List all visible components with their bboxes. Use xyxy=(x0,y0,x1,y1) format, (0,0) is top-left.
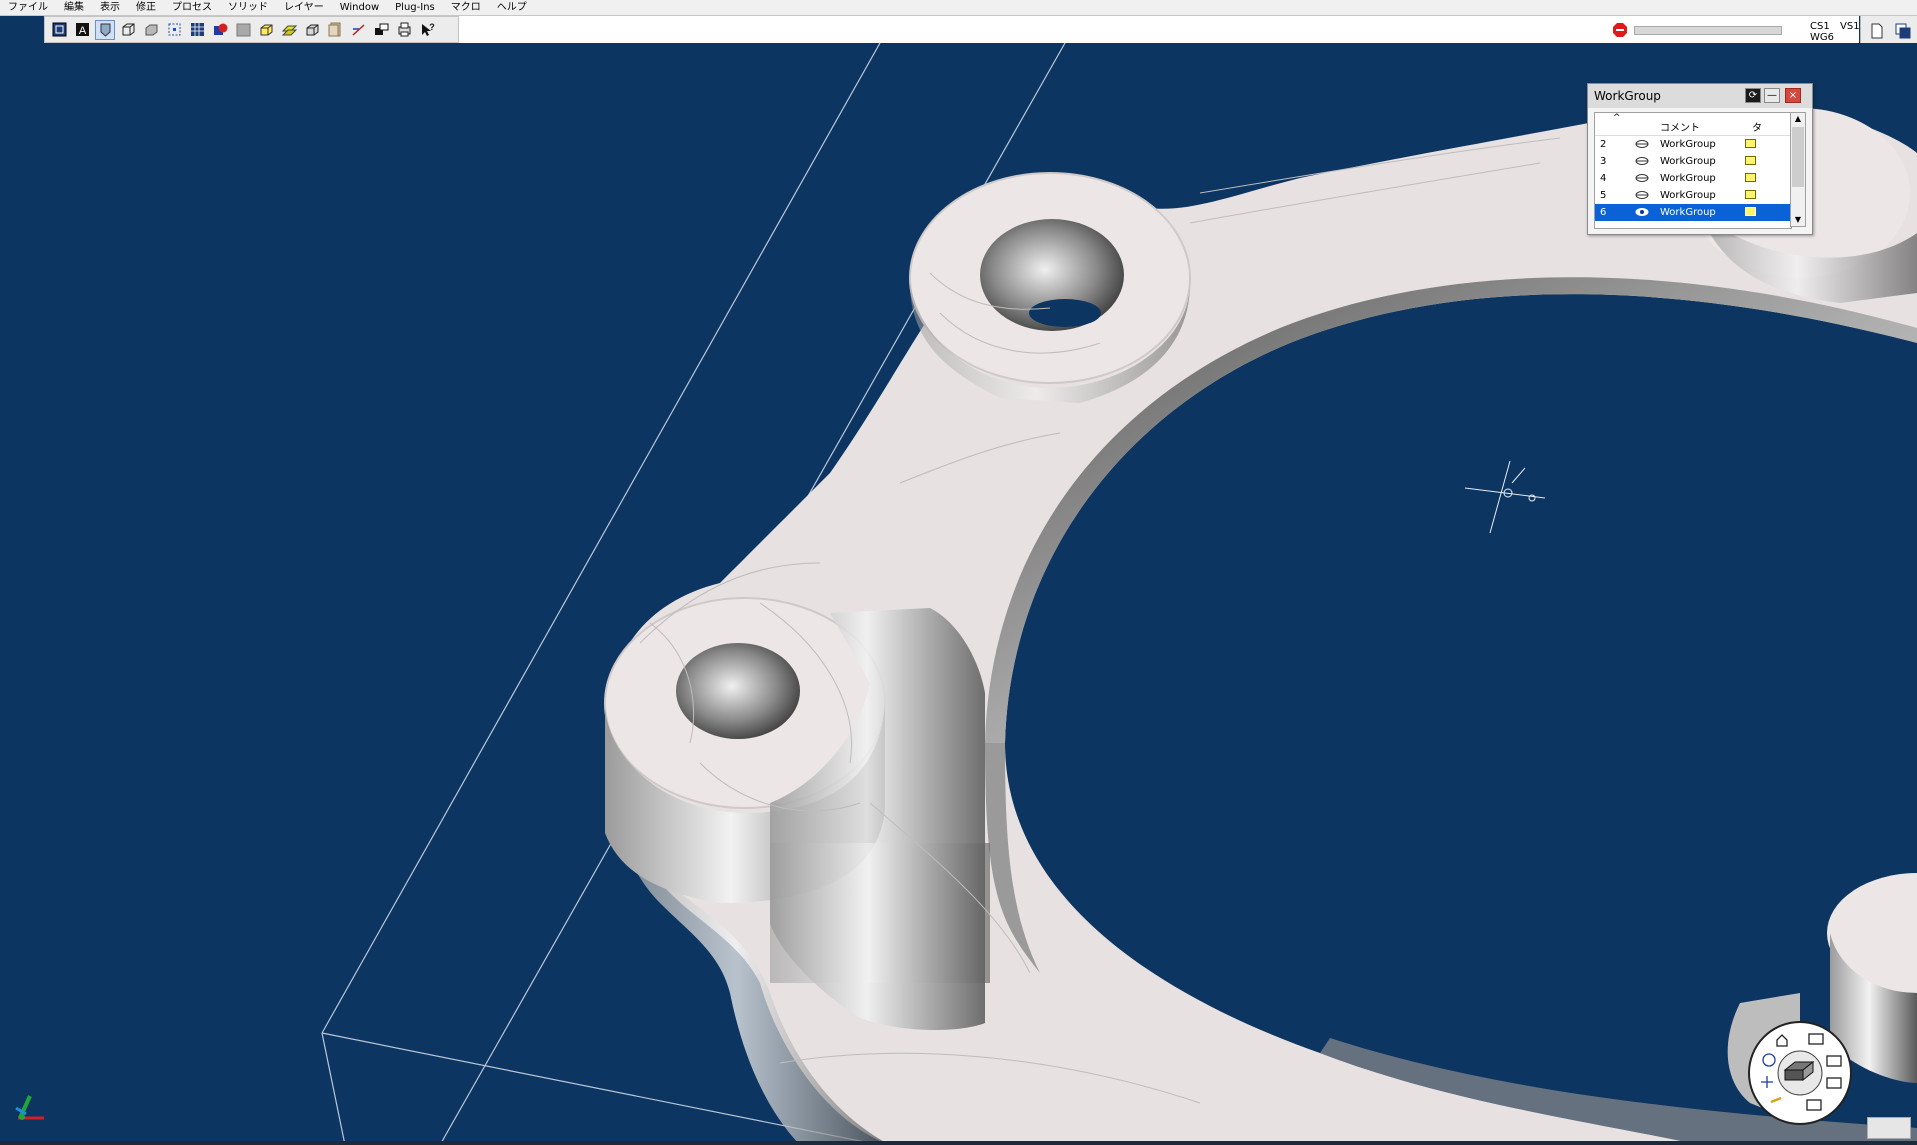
menu-view[interactable]: 表示 xyxy=(92,1,128,15)
row-color-swatch[interactable] xyxy=(1745,139,1756,148)
menu-file[interactable]: ファイル xyxy=(0,1,56,15)
menu-layer[interactable]: レイヤー xyxy=(276,1,332,15)
row-color-swatch[interactable] xyxy=(1745,156,1756,165)
sort-arrow-icon[interactable]: ^ xyxy=(1613,113,1621,123)
select-box-icon[interactable] xyxy=(164,20,184,40)
cs-readout: CS1 xyxy=(1810,21,1830,32)
menu-solid[interactable]: ソリッド xyxy=(220,1,276,15)
stop-icon[interactable] xyxy=(1612,22,1628,38)
menu-modify[interactable]: 修正 xyxy=(128,1,164,15)
panel-minimize-button[interactable]: — xyxy=(1764,88,1780,103)
workgroup-list: ^ コメント タ 2 WorkGroup 3 WorkGroup 4 WorkG… xyxy=(1594,112,1792,229)
panel-close-button[interactable]: × xyxy=(1785,88,1801,103)
workgroup-row[interactable]: 4 WorkGroup xyxy=(1595,170,1791,187)
grid-icon[interactable] xyxy=(187,20,207,40)
row-number: 4 xyxy=(1600,173,1607,184)
box-view-icon[interactable] xyxy=(118,20,138,40)
menu-plugins[interactable]: Plug-Ins xyxy=(387,1,443,15)
workgroup-row[interactable]: 2 WorkGroup xyxy=(1595,136,1791,153)
row-color-swatch[interactable] xyxy=(1745,190,1756,199)
scroll-up-icon[interactable]: ▲ xyxy=(1791,113,1805,125)
svg-text:?: ? xyxy=(429,22,435,32)
row-number: 2 xyxy=(1600,139,1607,150)
axis-triad-icon xyxy=(15,1095,44,1120)
column-tag[interactable]: タ xyxy=(1752,119,1762,134)
vs-readout: VS1 xyxy=(1840,21,1860,32)
help-icon[interactable]: ? xyxy=(417,20,437,40)
gray-fill-icon[interactable] xyxy=(233,20,253,40)
eye-open-icon[interactable] xyxy=(1635,207,1649,217)
scroll-thumb[interactable] xyxy=(1792,127,1804,187)
menu-bar: ファイル 編集 表示 修正 プロセス ソリッド レイヤー Window Plug… xyxy=(0,0,1917,16)
row-number: 6 xyxy=(1600,207,1607,218)
move-icon[interactable] xyxy=(371,20,391,40)
row-name: WorkGroup xyxy=(1660,139,1716,150)
eye-closed-icon[interactable] xyxy=(1635,139,1649,149)
stack-view-icon[interactable] xyxy=(302,20,322,40)
main-toolbar: A ? xyxy=(44,16,459,43)
row-name: WorkGroup xyxy=(1660,156,1716,167)
row-number: 5 xyxy=(1600,190,1607,201)
row-name: WorkGroup xyxy=(1660,207,1716,218)
workgroup-list-header: ^ コメント タ xyxy=(1595,113,1791,136)
eye-closed-icon[interactable] xyxy=(1635,156,1649,166)
layer-icon[interactable] xyxy=(325,20,345,40)
menu-help[interactable]: ヘルプ xyxy=(489,1,535,15)
row-name: WorkGroup xyxy=(1660,173,1716,184)
column-comment[interactable]: コメント xyxy=(1660,119,1700,134)
print-icon[interactable] xyxy=(394,20,414,40)
snap-icon[interactable] xyxy=(348,20,368,40)
eye-closed-icon[interactable] xyxy=(1635,173,1649,183)
menu-process[interactable]: プロセス xyxy=(164,1,220,15)
row-color-swatch[interactable] xyxy=(1745,173,1756,182)
new-document-icon[interactable] xyxy=(1865,19,1889,42)
iso-view-icon[interactable] xyxy=(256,20,276,40)
solid-view-icon[interactable] xyxy=(141,20,161,40)
workgroup-row-selected[interactable]: 6 WorkGroup xyxy=(1595,204,1791,221)
panel-settings-button[interactable]: ⟳ xyxy=(1745,88,1761,103)
menu-macro[interactable]: マクロ xyxy=(443,1,489,15)
eye-closed-icon[interactable] xyxy=(1635,190,1649,200)
view-navigation-wheel[interactable] xyxy=(1747,1020,1853,1126)
workgroup-row[interactable]: 5 WorkGroup xyxy=(1595,187,1791,204)
menu-window[interactable]: Window xyxy=(332,1,387,15)
status-bar xyxy=(0,1141,1917,1145)
viewport-corner-button[interactable] xyxy=(1867,1117,1911,1139)
scroll-down-icon[interactable]: ▼ xyxy=(1791,214,1805,226)
wg-readout: WG6 xyxy=(1810,32,1834,43)
workgroup-scrollbar[interactable]: ▲ ▼ xyxy=(1790,112,1806,227)
progress-bar xyxy=(1634,26,1782,35)
row-number: 3 xyxy=(1600,156,1607,167)
workgroup-title: WorkGroup xyxy=(1594,89,1661,103)
shaded-icon[interactable] xyxy=(95,19,115,40)
workgroup-panel: WorkGroup ⟳ — × ^ コメント タ 2 WorkGroup 3 W… xyxy=(1587,83,1813,235)
color-icon[interactable] xyxy=(210,20,230,40)
row-color-swatch[interactable] xyxy=(1745,207,1756,216)
text-a-icon[interactable]: A xyxy=(72,20,92,40)
workgroup-row[interactable]: 3 WorkGroup xyxy=(1595,153,1791,170)
wireframe-icon[interactable] xyxy=(49,20,69,40)
workgroup-title-bar[interactable]: WorkGroup ⟳ — × xyxy=(1588,84,1812,108)
yellow-plane-icon[interactable] xyxy=(279,20,299,40)
menu-edit[interactable]: 編集 xyxy=(56,1,92,15)
svg-text:A: A xyxy=(78,25,86,37)
window-stack-icon[interactable] xyxy=(1891,19,1915,42)
row-name: WorkGroup xyxy=(1660,190,1716,201)
